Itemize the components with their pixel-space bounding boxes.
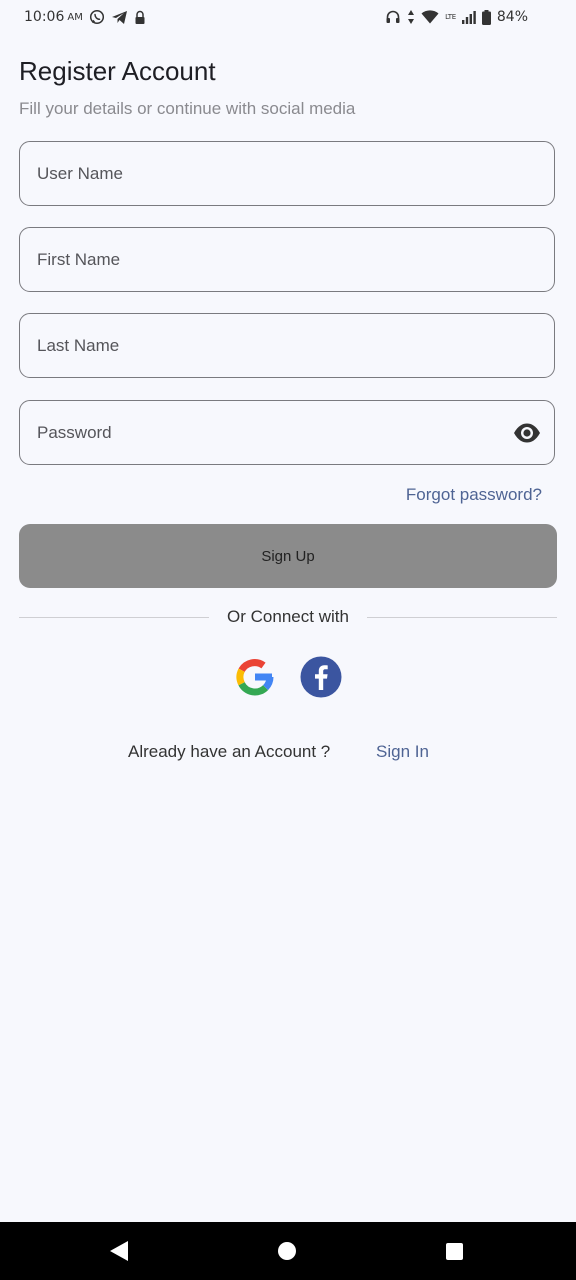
back-icon[interactable]	[108, 1240, 130, 1262]
divider-line-left	[19, 617, 209, 618]
password-input[interactable]	[37, 401, 497, 464]
whatsapp-icon	[89, 9, 105, 25]
status-bar: 10:06 AM LTE 84%	[0, 0, 576, 36]
divider-text: Or Connect with	[227, 607, 349, 626]
username-input[interactable]	[37, 142, 497, 205]
password-field[interactable]	[19, 400, 555, 465]
home-icon[interactable]	[278, 1242, 296, 1260]
lastname-field[interactable]	[19, 313, 555, 378]
status-right: LTE 84%	[385, 9, 528, 25]
firstname-input[interactable]	[37, 228, 497, 291]
divider-line-right	[367, 617, 557, 618]
navigation-bar	[0, 1222, 576, 1280]
network-type: LTE	[445, 13, 456, 21]
status-ampm: AM	[67, 11, 83, 23]
google-icon[interactable]	[234, 656, 276, 698]
battery-icon	[481, 9, 491, 25]
lock-icon	[134, 10, 146, 25]
eye-icon[interactable]	[513, 421, 541, 445]
forgot-password-link[interactable]: Forgot password?	[406, 485, 542, 505]
data-arrows-icon	[407, 9, 415, 25]
headphones-icon	[385, 9, 401, 25]
battery-percent: 84%	[496, 9, 528, 25]
page-subtitle: Fill your details or continue with socia…	[19, 99, 356, 118]
page-title: Register Account	[19, 56, 216, 86]
signup-button[interactable]: Sign Up	[19, 524, 557, 588]
status-left: 10:06 AM	[24, 9, 146, 25]
signal-icon	[461, 10, 476, 24]
wifi-icon	[421, 10, 439, 24]
facebook-icon[interactable]	[300, 656, 342, 698]
status-time: 10:06	[24, 9, 65, 25]
signin-link[interactable]: Sign In	[376, 742, 429, 762]
lastname-input[interactable]	[37, 314, 497, 377]
signin-prompt: Already have an Account ?	[128, 742, 331, 761]
username-field[interactable]	[19, 141, 555, 206]
firstname-field[interactable]	[19, 227, 555, 292]
telegram-icon	[111, 10, 128, 25]
recents-icon[interactable]	[446, 1243, 463, 1260]
